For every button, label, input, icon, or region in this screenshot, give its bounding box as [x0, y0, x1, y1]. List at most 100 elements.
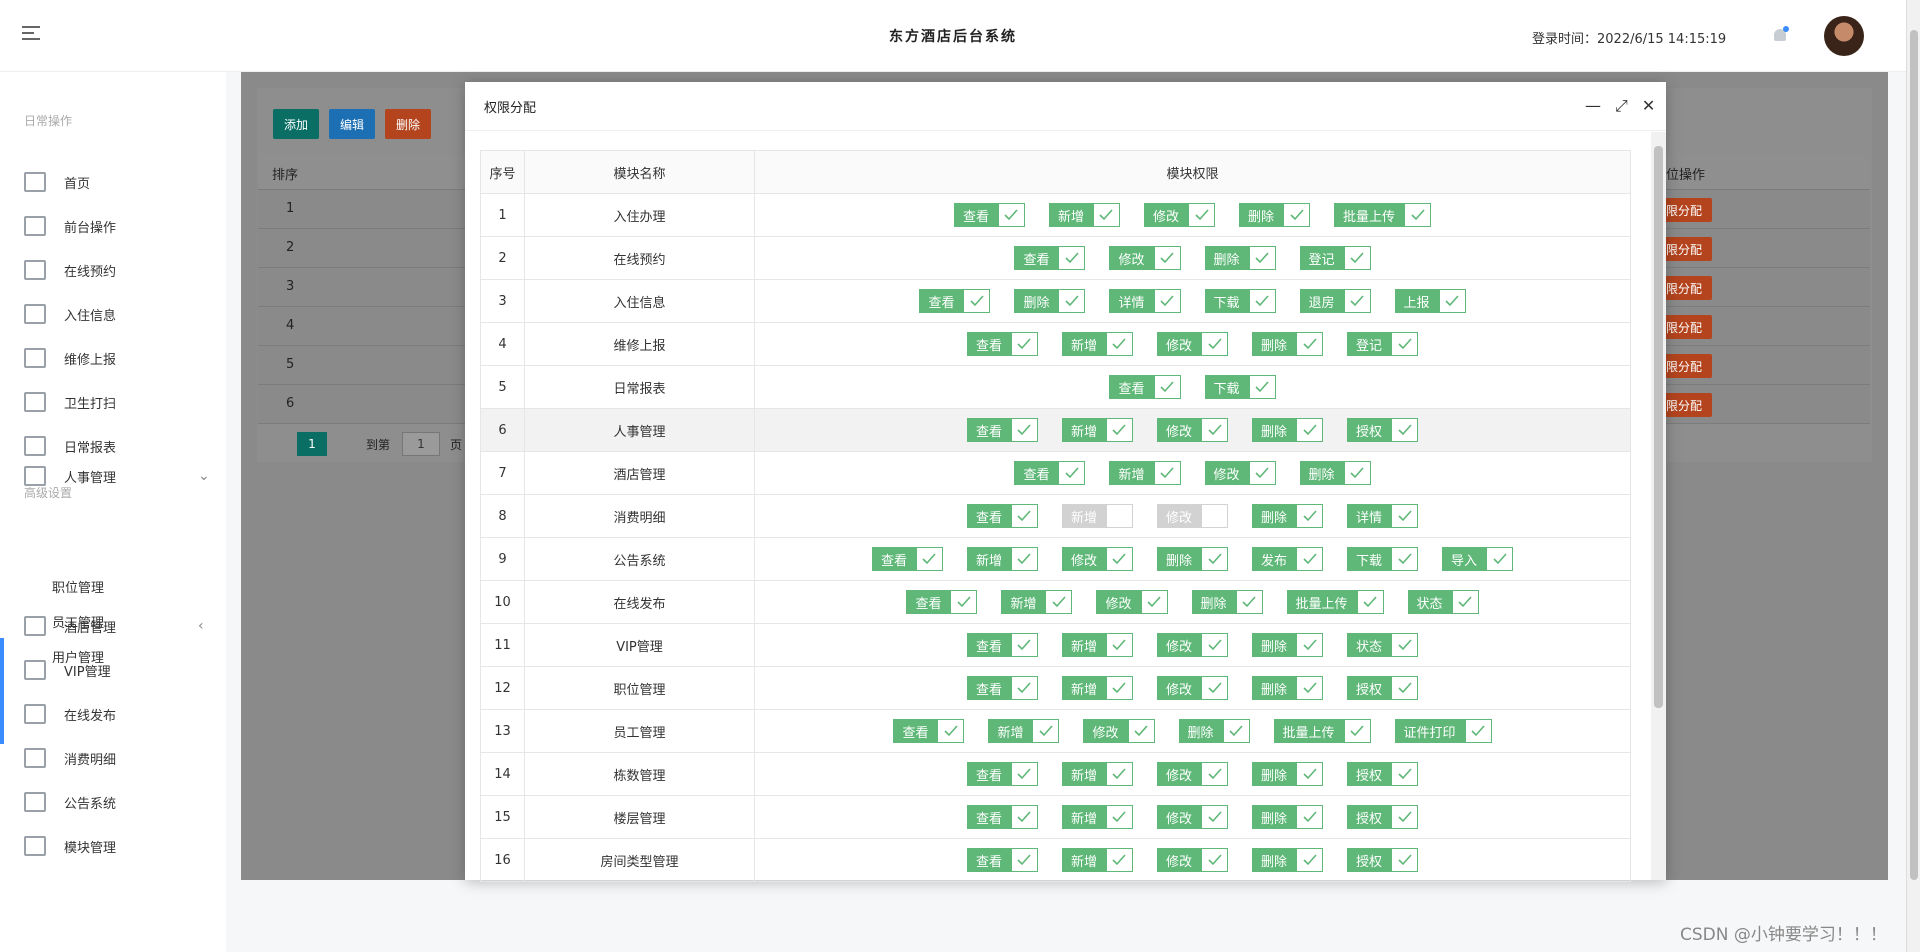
maximize-icon[interactable]: ⤢: [1615, 96, 1628, 116]
sidebar-item-5[interactable]: 卫生打扫: [0, 380, 226, 424]
permission-checkbox[interactable]: 授权: [1347, 418, 1419, 442]
permission-checkbox[interactable]: 批量上传: [1334, 203, 1432, 227]
permission-checkbox[interactable]: 查看: [893, 719, 965, 743]
permission-checkbox[interactable]: 修改: [1096, 590, 1168, 614]
sidebar-item-adv-3[interactable]: 在线发布: [0, 692, 226, 736]
sidebar-item-adv-5[interactable]: 公告系统: [0, 780, 226, 824]
pager-page-input[interactable]: 1: [402, 432, 440, 456]
permission-checkbox[interactable]: 删除: [1252, 676, 1324, 700]
sidebar-item-2[interactable]: 在线预约: [0, 248, 226, 292]
permission-checkbox[interactable]: 删除: [1191, 590, 1263, 614]
permission-checkbox[interactable]: 修改: [1083, 719, 1155, 743]
permission-checkbox[interactable]: 查看: [966, 633, 1038, 657]
permission-checkbox[interactable]: 删除: [1252, 848, 1324, 872]
sidebar-item-adv-0[interactable]: 人事管理 ⌄: [0, 454, 226, 498]
permission-checkbox[interactable]: 查看: [919, 289, 991, 313]
permission-checkbox[interactable]: 新增: [1061, 332, 1133, 356]
permission-checkbox[interactable]: 修改: [1156, 332, 1228, 356]
permission-checkbox[interactable]: 状态: [1347, 633, 1419, 657]
permission-checkbox[interactable]: 查看: [966, 848, 1038, 872]
avatar[interactable]: [1824, 16, 1864, 56]
close-icon[interactable]: ✕: [1642, 96, 1655, 116]
permission-checkbox[interactable]: 修改: [1143, 203, 1215, 227]
sidebar-item-3[interactable]: 入住信息: [0, 292, 226, 336]
permission-checkbox[interactable]: 授权: [1347, 848, 1419, 872]
permission-checkbox[interactable]: 批量上传: [1286, 590, 1384, 614]
permission-checkbox[interactable]: 查看: [1014, 461, 1086, 485]
permission-checkbox[interactable]: 查看: [966, 504, 1038, 528]
permission-checkbox[interactable]: 修改: [1156, 504, 1228, 528]
permission-checkbox[interactable]: 新增: [1061, 633, 1133, 657]
permission-checkbox[interactable]: 查看: [966, 332, 1038, 356]
permission-checkbox[interactable]: 查看: [966, 676, 1038, 700]
permission-checkbox[interactable]: 修改: [1156, 418, 1228, 442]
sort-column-header[interactable]: 排序: [272, 164, 298, 183]
bell-icon[interactable]: [1772, 26, 1789, 44]
permission-checkbox[interactable]: 查看: [906, 590, 978, 614]
permission-checkbox[interactable]: 新增: [966, 547, 1038, 571]
permission-checkbox[interactable]: 新增: [1001, 590, 1073, 614]
modal-scrollbar[interactable]: [1651, 132, 1666, 880]
permission-checkbox[interactable]: 新增: [1061, 504, 1133, 528]
page-scrollbar[interactable]: [1906, 0, 1920, 952]
permission-checkbox[interactable]: 上报: [1394, 289, 1466, 313]
sidebar-item-1[interactable]: 前台操作: [0, 204, 226, 248]
permission-checkbox[interactable]: 修改: [1156, 762, 1228, 786]
permission-checkbox[interactable]: 详情: [1347, 504, 1419, 528]
permission-checkbox[interactable]: 证件打印: [1394, 719, 1492, 743]
sidebar-item-adv-4[interactable]: 消费明细: [0, 736, 226, 780]
permission-checkbox[interactable]: 新增: [1061, 676, 1133, 700]
permission-checkbox[interactable]: 下载: [1204, 289, 1276, 313]
permission-checkbox[interactable]: 查看: [871, 547, 943, 571]
permission-checkbox[interactable]: 新增: [1109, 461, 1181, 485]
permission-checkbox[interactable]: 删除: [1299, 461, 1371, 485]
permission-checkbox[interactable]: 授权: [1347, 676, 1419, 700]
permission-checkbox[interactable]: 查看: [966, 762, 1038, 786]
permission-checkbox[interactable]: 退房: [1299, 289, 1371, 313]
permission-checkbox[interactable]: 导入: [1442, 547, 1514, 571]
permission-checkbox[interactable]: 登记: [1347, 332, 1419, 356]
permission-checkbox[interactable]: 删除: [1156, 547, 1228, 571]
permission-checkbox[interactable]: 删除: [1252, 504, 1324, 528]
permission-checkbox[interactable]: 删除: [1252, 762, 1324, 786]
permission-checkbox[interactable]: 查看: [953, 203, 1025, 227]
permission-checkbox[interactable]: 新增: [988, 719, 1060, 743]
sidebar-item-adv-6[interactable]: 模块管理: [0, 824, 226, 868]
permission-checkbox[interactable]: 修改: [1109, 246, 1181, 270]
permission-checkbox[interactable]: 删除: [1178, 719, 1250, 743]
permission-checkbox[interactable]: 删除: [1252, 332, 1324, 356]
permission-checkbox[interactable]: 新增: [1048, 203, 1120, 227]
permission-checkbox[interactable]: 登记: [1299, 246, 1371, 270]
permission-checkbox[interactable]: 新增: [1061, 418, 1133, 442]
permission-checkbox[interactable]: 查看: [966, 418, 1038, 442]
permission-checkbox[interactable]: 查看: [1014, 246, 1086, 270]
permission-checkbox[interactable]: 修改: [1156, 805, 1228, 829]
permission-checkbox[interactable]: 查看: [966, 805, 1038, 829]
edit-button[interactable]: 编辑: [329, 109, 375, 139]
permission-checkbox[interactable]: 删除: [1014, 289, 1086, 313]
minimize-icon[interactable]: —: [1585, 96, 1601, 116]
permission-checkbox[interactable]: 删除: [1204, 246, 1276, 270]
delete-button[interactable]: 删除: [385, 109, 431, 139]
permission-checkbox[interactable]: 新增: [1061, 805, 1133, 829]
add-button[interactable]: 添加: [273, 109, 319, 139]
permission-checkbox[interactable]: 批量上传: [1273, 719, 1371, 743]
permission-checkbox[interactable]: 删除: [1252, 633, 1324, 657]
permission-checkbox[interactable]: 修改: [1204, 461, 1276, 485]
permission-checkbox[interactable]: 发布: [1252, 547, 1324, 571]
permission-checkbox[interactable]: 授权: [1347, 762, 1419, 786]
permission-checkbox[interactable]: 删除: [1252, 805, 1324, 829]
submenu-item-0[interactable]: 职位管理: [0, 569, 226, 603]
permission-checkbox[interactable]: 新增: [1061, 848, 1133, 872]
permission-checkbox[interactable]: 删除: [1239, 203, 1311, 227]
permission-checkbox[interactable]: 修改: [1156, 676, 1228, 700]
permission-checkbox[interactable]: 删除: [1252, 418, 1324, 442]
permission-checkbox[interactable]: 详情: [1109, 289, 1181, 313]
submenu-item-2[interactable]: 用户管理: [0, 639, 226, 673]
permission-checkbox[interactable]: 状态: [1407, 590, 1479, 614]
permission-checkbox[interactable]: 修改: [1156, 848, 1228, 872]
pager-current[interactable]: 1: [297, 432, 327, 456]
permission-checkbox[interactable]: 下载: [1204, 375, 1276, 399]
sidebar-item-0[interactable]: 首页: [0, 160, 226, 204]
sidebar-item-4[interactable]: 维修上报: [0, 336, 226, 380]
